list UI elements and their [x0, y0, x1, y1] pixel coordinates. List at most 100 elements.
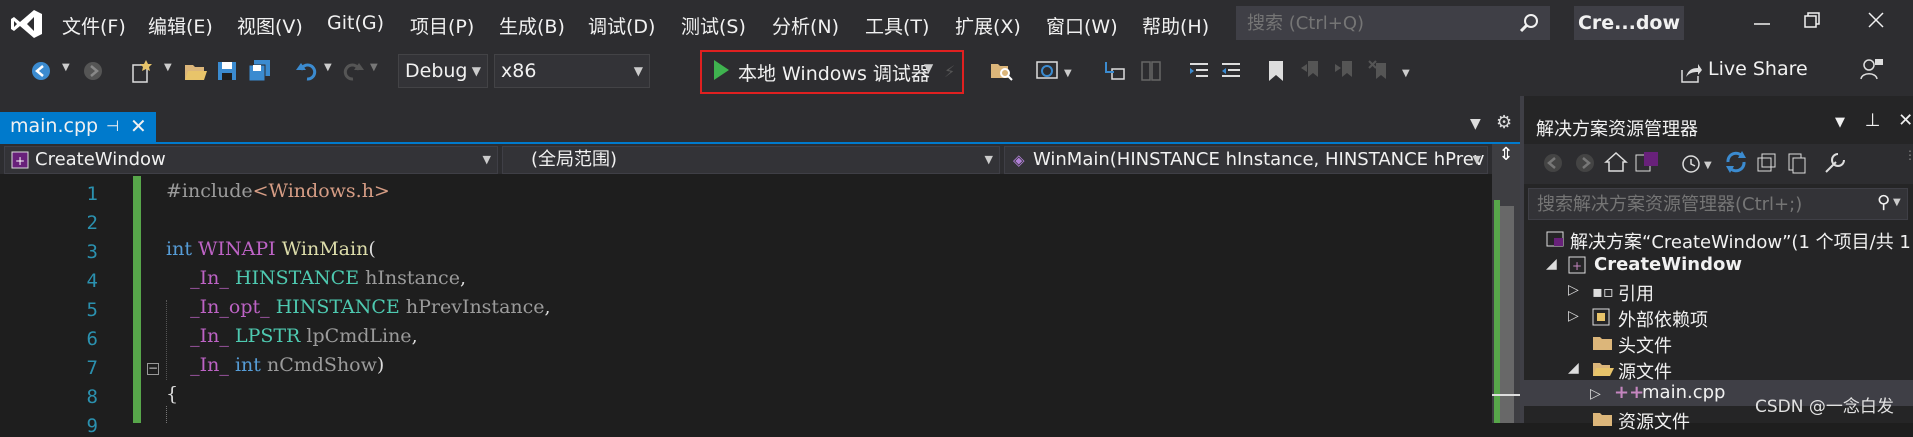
search-box[interactable] — [1236, 6, 1550, 40]
menu-view[interactable]: 视图(V) — [237, 12, 303, 39]
scope-dropdown[interactable]: (全局范围) ▼ — [502, 146, 1000, 174]
toggle-columns-icon[interactable] — [1140, 60, 1162, 82]
scrollbar-thumb[interactable] — [1500, 206, 1514, 423]
close-icon[interactable]: ✕ — [130, 114, 147, 138]
pending-changes-filter-icon[interactable] — [1680, 152, 1702, 174]
tree-item-header-files[interactable]: 头文件 — [1618, 332, 1672, 358]
toolbar-overflow-icon[interactable]: ▼ — [1402, 68, 1410, 79]
menu-build[interactable]: 生成(B) — [499, 12, 565, 39]
tree-item-main-cpp[interactable]: main.cpp — [1642, 382, 1725, 403]
chevron-down-icon[interactable]: ▼ — [924, 61, 933, 75]
collapsed-arrow-icon[interactable]: ▷ — [1568, 282, 1579, 298]
close-icon[interactable]: ✕ — [1898, 110, 1913, 131]
menu-file[interactable]: 文件(F) — [62, 12, 126, 39]
new-project-icon[interactable] — [130, 60, 154, 84]
restore-icon[interactable] — [1802, 10, 1822, 30]
menu-extensions[interactable]: 扩展(X) — [955, 12, 1021, 39]
filter-folder-icon — [1593, 413, 1612, 426]
menu-help[interactable]: 帮助(H) — [1142, 12, 1209, 39]
pin-icon[interactable]: ⊣ — [106, 117, 119, 135]
clear-bookmarks-icon[interactable] — [1368, 60, 1390, 82]
menu-edit[interactable]: 编辑(E) — [148, 12, 213, 39]
undo-icon[interactable] — [296, 60, 318, 82]
menu-analyze[interactable]: 分析(N) — [772, 12, 839, 39]
navigate-back-icon[interactable] — [30, 60, 52, 82]
solution-configuration-select[interactable]: Debug ▼ — [398, 54, 488, 88]
start-debugging-button[interactable]: 本地 Windows 调试器 ▼ ⚡ — [700, 50, 964, 94]
split-window-icon[interactable]: ⇕ — [1494, 144, 1518, 172]
tab-main-cpp[interactable]: main.cpp ⊣ ✕ — [0, 112, 156, 142]
properties-icon[interactable] — [1824, 152, 1846, 174]
next-bookmark-icon[interactable] — [1334, 60, 1356, 82]
search-input[interactable] — [1245, 12, 1509, 35]
tree-item-external-dependencies[interactable]: 外部依赖项 — [1618, 306, 1708, 332]
redo-icon[interactable] — [342, 60, 364, 82]
sync-icon[interactable] — [1724, 150, 1748, 174]
browser-icon[interactable] — [1036, 60, 1060, 82]
close-window-icon[interactable] — [1866, 10, 1886, 30]
tab-overflow-icon[interactable]: ▼ — [1470, 116, 1481, 132]
tree-item-references[interactable]: 引用 — [1618, 280, 1654, 306]
project-dropdown[interactable]: + CreateWindow ▼ — [4, 146, 498, 174]
solution-search-box[interactable]: ⚲ ▼ — [1528, 188, 1908, 220]
minimize-icon[interactable] — [1752, 10, 1772, 30]
browser-dropdown-icon[interactable]: ▼ — [1064, 68, 1072, 79]
step-into-icon[interactable] — [1104, 60, 1126, 82]
search-icon[interactable]: ⚲ — [1877, 192, 1890, 213]
outdent-icon[interactable] — [1188, 60, 1210, 82]
save-all-icon[interactable] — [248, 60, 272, 82]
tree-item-solution[interactable]: 解决方案“CreateWindow”(1 个项目/共 1 — [1570, 228, 1911, 254]
collapsed-arrow-icon[interactable]: ▷ — [1590, 386, 1601, 402]
collapse-region-icon[interactable]: − — [147, 362, 159, 375]
member-dropdown[interactable]: ◈ WinMain(HINSTANCE hInstance, HINSTANCE… — [1004, 146, 1488, 174]
previous-bookmark-icon[interactable] — [1300, 60, 1322, 82]
show-all-files-icon[interactable] — [1786, 152, 1808, 174]
expanded-arrow-icon[interactable]: ◢ — [1546, 256, 1557, 272]
configuration-value: Debug — [405, 60, 468, 82]
pin-icon[interactable]: ⊥ — [1865, 110, 1881, 131]
find-in-files-icon[interactable] — [990, 60, 1014, 82]
save-icon[interactable] — [216, 60, 238, 82]
editor-vertical-scrollbar[interactable]: ⇕ — [1492, 144, 1520, 423]
menu-project[interactable]: 项目(P) — [410, 12, 474, 39]
cpp-file-icon: ++ — [1614, 382, 1645, 403]
tree-item-resource-files[interactable]: 资源文件 — [1618, 408, 1690, 434]
menu-git[interactable]: Git(G) — [327, 12, 384, 34]
live-share-button[interactable]: Live Share — [1708, 58, 1808, 80]
expanded-arrow-icon[interactable]: ◢ — [1568, 360, 1579, 376]
feedback-icon[interactable] — [1860, 58, 1884, 82]
settings-icon[interactable]: ⚙ — [1496, 112, 1512, 133]
bookmark-icon[interactable] — [1266, 60, 1286, 82]
search-icon[interactable] — [1519, 13, 1539, 33]
back-dropdown-icon[interactable]: ▼ — [62, 62, 70, 73]
panel-options-icon[interactable]: ▼ — [1835, 115, 1845, 130]
code-line-3: int WINAPI WinMain( — [166, 238, 376, 260]
undo-dropdown-icon[interactable]: ▼ — [324, 62, 332, 73]
collapsed-arrow-icon[interactable]: ▷ — [1568, 308, 1579, 324]
menu-window[interactable]: 窗口(W) — [1046, 12, 1118, 39]
collapse-all-icon[interactable] — [1756, 152, 1778, 174]
home-icon[interactable] — [1604, 150, 1628, 174]
menu-tools[interactable]: 工具(T) — [865, 12, 929, 39]
solution-search-input[interactable] — [1535, 193, 1859, 216]
open-folder-icon[interactable] — [184, 60, 208, 82]
menu-test[interactable]: 测试(S) — [681, 12, 746, 39]
menu-debug[interactable]: 调试(D) — [588, 12, 655, 39]
redo-dropdown-icon[interactable]: ▼ — [370, 62, 378, 73]
tree-item-source-files[interactable]: 源文件 — [1618, 358, 1672, 384]
search-options-icon[interactable]: ▼ — [1893, 197, 1901, 208]
visual-studio-logo-icon[interactable] — [8, 6, 44, 42]
code-editor[interactable]: 1 2 3 4 5 6 7 8 9 #include<Windows.h> in… — [0, 176, 1490, 437]
forward-icon[interactable] — [1574, 152, 1596, 174]
hot-reload-icon[interactable]: ⚡ — [944, 62, 955, 81]
indent-icon[interactable] — [1220, 60, 1242, 82]
solution-platform-select[interactable]: x86 ▼ — [494, 54, 650, 88]
toolbar-overflow-icon[interactable]: ⋮ — [1904, 148, 1913, 162]
navigate-forward-icon[interactable] — [82, 60, 104, 82]
switch-views-icon[interactable] — [1634, 150, 1660, 174]
filter-dropdown-icon[interactable]: ▼ — [1704, 160, 1712, 171]
back-icon[interactable] — [1542, 152, 1564, 174]
new-dropdown-icon[interactable]: ▼ — [164, 62, 172, 73]
live-share-icon[interactable] — [1680, 62, 1702, 84]
tree-item-project[interactable]: CreateWindow — [1594, 254, 1742, 275]
